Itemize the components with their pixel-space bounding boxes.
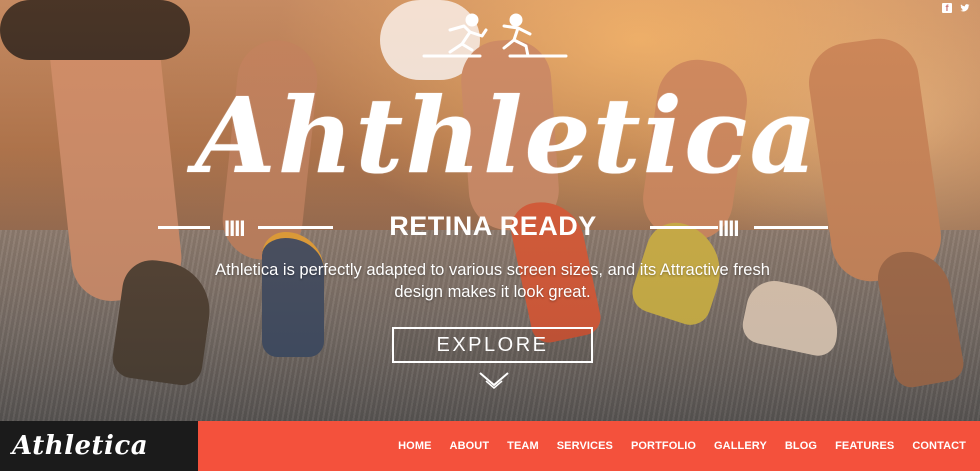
hero-title: Ahthletica xyxy=(195,74,819,197)
nav-item-blog[interactable]: BLOG xyxy=(785,440,817,452)
brand-logo[interactable]: Athletica xyxy=(0,421,198,471)
hero-description: Athletica is perfectly adapted to variou… xyxy=(215,261,770,301)
hero-banner: f Ahthletica IIII RETINA READY IIII Athl… xyxy=(0,0,980,421)
social-links: f xyxy=(942,3,970,13)
slashes-decoration: IIII xyxy=(224,216,245,241)
divider-line xyxy=(754,226,828,229)
nav-item-services[interactable]: SERVICES xyxy=(557,440,613,452)
nav-menu: HOME ABOUT TEAM SERVICES PORTFOLIO GALLE… xyxy=(198,421,980,471)
nav-item-portfolio[interactable]: PORTFOLIO xyxy=(631,440,696,452)
nav-item-about[interactable]: ABOUT xyxy=(450,440,490,452)
hero-subtitle: RETINA READY xyxy=(389,211,597,241)
chevron-down-icon[interactable] xyxy=(478,371,510,389)
nav-item-contact[interactable]: CONTACT xyxy=(912,440,966,452)
nav-item-team[interactable]: TEAM xyxy=(507,440,539,452)
divider-line xyxy=(650,226,718,229)
facebook-icon[interactable]: f xyxy=(942,3,952,13)
slashes-decoration: IIII xyxy=(718,216,739,241)
nav-item-home[interactable]: HOME xyxy=(398,440,431,452)
main-navbar: Athletica HOME ABOUT TEAM SERVICES PORTF… xyxy=(0,421,980,471)
explore-button[interactable]: EXPLORE xyxy=(392,327,593,363)
nav-item-gallery[interactable]: GALLERY xyxy=(714,440,767,452)
runners-logo-icon xyxy=(422,13,568,58)
subtitle-row: IIII RETINA READY IIII xyxy=(158,208,828,244)
divider-line xyxy=(158,226,210,229)
nav-item-features[interactable]: FEATURES xyxy=(835,440,894,452)
divider-line xyxy=(258,226,333,229)
twitter-icon[interactable] xyxy=(960,3,970,13)
